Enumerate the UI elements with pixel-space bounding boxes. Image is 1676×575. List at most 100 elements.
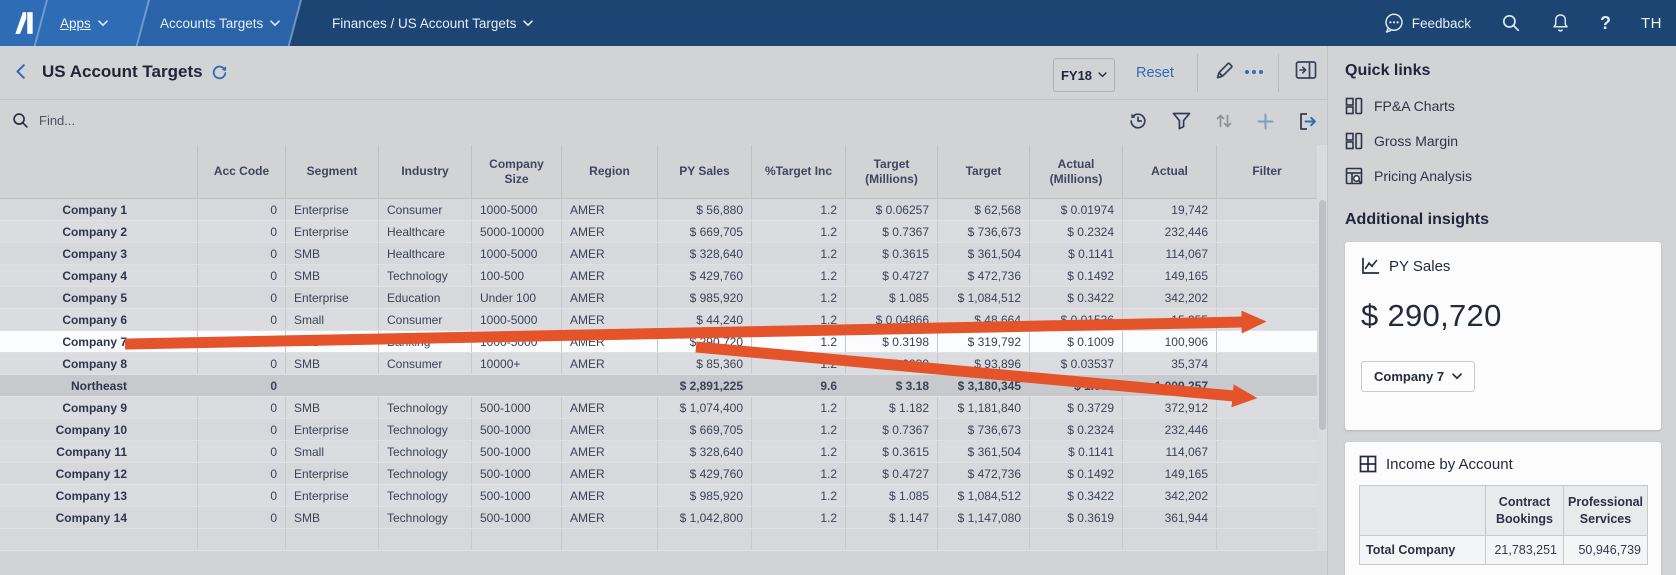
table-cell[interactable]: 1.2 bbox=[751, 243, 845, 264]
add-icon[interactable] bbox=[1257, 113, 1274, 130]
table-cell[interactable]: $ 62,568 bbox=[937, 199, 1029, 220]
table-cell[interactable] bbox=[1216, 397, 1317, 418]
table-cell[interactable]: $ 44,240 bbox=[657, 309, 751, 330]
table-row[interactable]: Company 4 0 SMB Technology 100-500 AMER $ 429,… bbox=[0, 265, 1327, 287]
find-input[interactable] bbox=[39, 113, 259, 128]
table-cell[interactable]: 1.2 bbox=[751, 353, 845, 374]
column-header[interactable]: Target bbox=[937, 145, 1029, 198]
table-cell[interactable] bbox=[1216, 419, 1317, 440]
table-cell[interactable]: $ 0.3422 bbox=[1029, 485, 1122, 506]
refresh-icon[interactable] bbox=[211, 64, 228, 81]
edit-pencil-icon[interactable] bbox=[1213, 60, 1235, 82]
table-cell[interactable]: SMB bbox=[285, 507, 378, 528]
search-icon[interactable] bbox=[1501, 13, 1521, 33]
table-cell[interactable]: 1.2 bbox=[751, 419, 845, 440]
py-sales-company-selector[interactable]: Company 7 bbox=[1361, 361, 1476, 392]
table-cell[interactable]: $ 1,084,512 bbox=[937, 485, 1029, 506]
table-cell[interactable]: AMER bbox=[561, 463, 657, 484]
table-cell[interactable]: Enterprise bbox=[285, 463, 378, 484]
scrollbar-thumb[interactable] bbox=[1318, 200, 1326, 430]
table-cell[interactable]: Technology bbox=[378, 507, 471, 528]
column-header[interactable]: Region bbox=[561, 145, 657, 198]
table-cell[interactable]: $ 0.1141 bbox=[1029, 243, 1122, 264]
column-header[interactable]: PY Sales bbox=[657, 145, 751, 198]
quick-link-gross-margin[interactable]: Gross Margin bbox=[1345, 132, 1676, 150]
table-cell[interactable]: 0 bbox=[197, 485, 285, 506]
table-cell[interactable]: 0 bbox=[197, 507, 285, 528]
table-cell[interactable]: 19,742 bbox=[1122, 199, 1216, 220]
row-label[interactable]: Company 11 bbox=[0, 441, 197, 462]
table-cell[interactable]: $ 0.2324 bbox=[1029, 221, 1122, 242]
table-cell[interactable] bbox=[1216, 463, 1317, 484]
table-row[interactable]: Company 2 0 Enterprise Healthcare 5000-10000… bbox=[0, 221, 1327, 243]
table-cell[interactable]: Technology bbox=[378, 265, 471, 286]
table-cell[interactable]: 1000-5000 bbox=[471, 309, 561, 330]
column-header[interactable]: %Target Inc bbox=[751, 145, 845, 198]
table-cell[interactable]: 0 bbox=[197, 419, 285, 440]
table-cell[interactable]: 1,009,257 bbox=[1122, 375, 1216, 396]
table-cell[interactable]: 149,165 bbox=[1122, 265, 1216, 286]
table-cell[interactable]: Technology bbox=[378, 419, 471, 440]
nav-page-selector[interactable]: Finances / US Account Targets bbox=[332, 0, 534, 46]
table-cell[interactable]: $ 736,673 bbox=[937, 221, 1029, 242]
table-cell[interactable]: SMB bbox=[285, 331, 378, 352]
nav-apps[interactable]: Apps bbox=[60, 0, 108, 46]
table-cell[interactable]: 35,374 bbox=[1122, 353, 1216, 374]
table-cell[interactable]: AMER bbox=[561, 353, 657, 374]
table-cell[interactable]: SMB bbox=[285, 243, 378, 264]
row-label[interactable]: Company 1 bbox=[0, 199, 197, 220]
table-cell[interactable] bbox=[1216, 507, 1317, 528]
table-cell[interactable]: $ 1,042,800 bbox=[657, 507, 751, 528]
table-cell[interactable]: $ 1,181,840 bbox=[937, 397, 1029, 418]
table-cell[interactable]: $ 0.3422 bbox=[1029, 287, 1122, 308]
income-cell-professional-services[interactable]: 50,946,739 bbox=[1563, 535, 1648, 565]
table-cell[interactable]: Enterprise bbox=[285, 199, 378, 220]
table-cell[interactable]: 1.2 bbox=[751, 331, 845, 352]
table-cell[interactable]: $ 93,896 bbox=[937, 353, 1029, 374]
table-cell[interactable] bbox=[378, 375, 471, 396]
table-cell[interactable]: $ 3,180,345 bbox=[937, 375, 1029, 396]
table-cell[interactable]: AMER bbox=[561, 309, 657, 330]
table-cell[interactable]: 10000+ bbox=[471, 353, 561, 374]
table-cell[interactable]: AMER bbox=[561, 419, 657, 440]
table-cell[interactable]: $ 0.03537 bbox=[1029, 353, 1122, 374]
table-cell[interactable]: 0 bbox=[197, 221, 285, 242]
table-cell[interactable]: 0 bbox=[197, 463, 285, 484]
table-cell[interactable]: Technology bbox=[378, 463, 471, 484]
table-cell[interactable]: $ 0.1009 bbox=[1029, 331, 1122, 352]
filter-icon[interactable] bbox=[1172, 112, 1191, 130]
table-cell[interactable]: $ 48,664 bbox=[937, 309, 1029, 330]
quick-link-fp-a-charts[interactable]: FP&A Charts bbox=[1345, 97, 1676, 115]
model-label[interactable]: Accounts Targets bbox=[160, 16, 263, 31]
table-cell[interactable]: AMER bbox=[561, 265, 657, 286]
help-icon[interactable]: ? bbox=[1600, 13, 1611, 34]
table-cell[interactable]: $ 0.1492 bbox=[1029, 463, 1122, 484]
table-cell[interactable]: 1.2 bbox=[751, 221, 845, 242]
table-cell[interactable]: $ 429,760 bbox=[657, 265, 751, 286]
table-row[interactable]: Company 12 0 Enterprise Technology 500-1000 A… bbox=[0, 463, 1327, 485]
table-cell[interactable]: $ 1.009 bbox=[1029, 375, 1122, 396]
table-cell[interactable]: 1.2 bbox=[751, 199, 845, 220]
table-cell[interactable] bbox=[1216, 309, 1317, 330]
table-cell[interactable]: Technology bbox=[378, 397, 471, 418]
table-cell[interactable]: AMER bbox=[561, 221, 657, 242]
table-cell[interactable]: 1.2 bbox=[751, 265, 845, 286]
column-header[interactable]: Acc Code bbox=[197, 145, 285, 198]
table-cell[interactable]: 1.2 bbox=[751, 441, 845, 462]
user-initials[interactable]: TH bbox=[1641, 15, 1662, 32]
row-label[interactable]: Company 6 bbox=[0, 309, 197, 330]
table-cell[interactable]: $ 1,074,400 bbox=[657, 397, 751, 418]
column-header[interactable] bbox=[0, 145, 197, 198]
table-cell[interactable]: AMER bbox=[561, 507, 657, 528]
table-cell[interactable] bbox=[285, 375, 378, 396]
notifications-bell-icon[interactable] bbox=[1551, 13, 1570, 34]
table-cell[interactable] bbox=[1216, 287, 1317, 308]
table-cell[interactable]: 0 bbox=[197, 309, 285, 330]
table-cell[interactable]: 500-1000 bbox=[471, 419, 561, 440]
row-label[interactable]: Company 10 bbox=[0, 419, 197, 440]
table-cell[interactable]: 0 bbox=[197, 375, 285, 396]
table-cell[interactable]: 0 bbox=[197, 441, 285, 462]
table-cell[interactable]: 15,355 bbox=[1122, 309, 1216, 330]
table-cell[interactable]: Enterprise bbox=[285, 419, 378, 440]
row-label[interactable]: Company 9 bbox=[0, 397, 197, 418]
